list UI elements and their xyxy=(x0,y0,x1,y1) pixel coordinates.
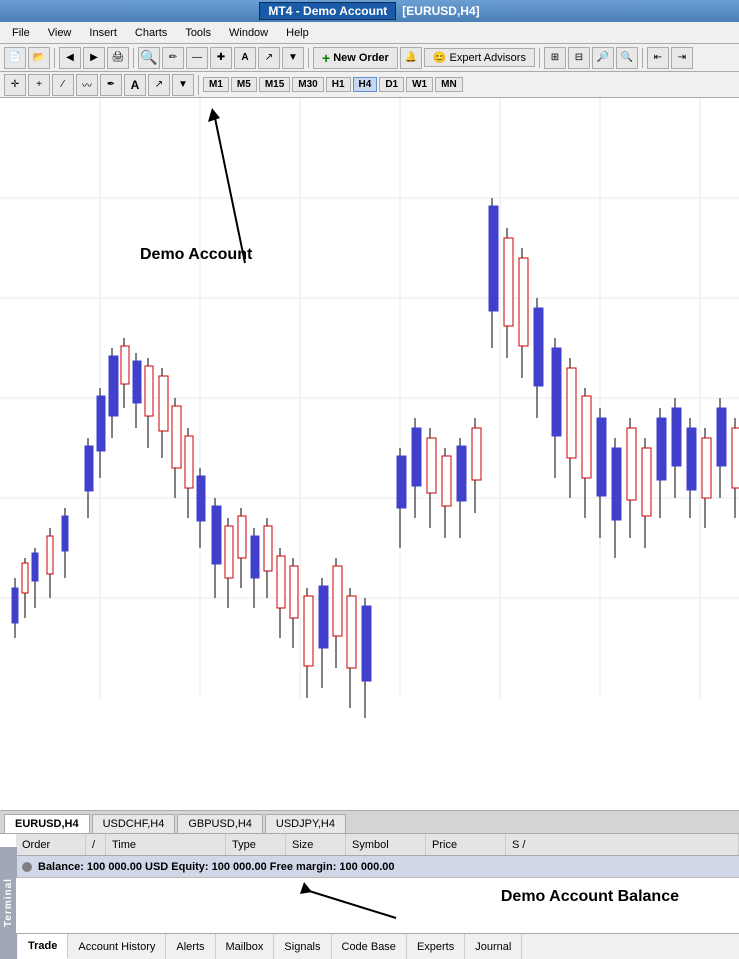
menu-help[interactable]: Help xyxy=(278,25,317,41)
th-time[interactable]: Time xyxy=(106,834,226,855)
title-bar: MT4 - Demo Account [EURUSD,H4] xyxy=(0,0,739,22)
tb-sep6 xyxy=(198,75,199,95)
tf-mn[interactable]: MN xyxy=(435,77,463,92)
chart-symbol-title: [EURUSD,H4] xyxy=(402,4,479,18)
tb-scroll-btn[interactable]: ⇤ xyxy=(647,47,669,69)
tb-alert-btn[interactable]: 🔔 xyxy=(400,47,422,69)
term-tab-codebase[interactable]: Code Base xyxy=(332,934,407,959)
th-type[interactable]: Type xyxy=(226,834,286,855)
tb-cursor-btn[interactable]: ✛ xyxy=(4,74,26,96)
term-tab-signals[interactable]: Signals xyxy=(274,934,331,959)
term-tab-journal[interactable]: Journal xyxy=(465,934,522,959)
term-tab-mailbox[interactable]: Mailbox xyxy=(216,934,275,959)
term-tab-trade[interactable]: Trade xyxy=(18,934,68,959)
tb-cross-btn[interactable]: ✚ xyxy=(210,47,232,69)
th-slash[interactable]: / xyxy=(86,834,106,855)
tf-m5[interactable]: M5 xyxy=(231,77,257,92)
tb-sep5 xyxy=(642,48,643,68)
menu-charts[interactable]: Charts xyxy=(127,25,175,41)
tb-magnify2-btn[interactable]: 🔍 xyxy=(616,47,638,69)
tb-zoom-in-btn[interactable]: 🔍 xyxy=(138,47,160,69)
th-sl[interactable]: S / xyxy=(506,834,739,855)
new-order-label: New Order xyxy=(333,52,389,64)
tb-line2-btn[interactable]: ⁄ xyxy=(52,74,74,96)
tb-sep2 xyxy=(133,48,134,68)
tb-pencil-btn[interactable]: ✏ xyxy=(162,47,184,69)
terminal-header: Order / Time Type Size Symbol Price S / xyxy=(16,834,739,856)
term-tab-alerts[interactable]: Alerts xyxy=(166,934,215,959)
tf-m1[interactable]: M1 xyxy=(203,77,229,92)
balance-text: Balance: 100 000.00 USD Equity: 100 000.… xyxy=(38,861,394,873)
chart-tab-gbpusd[interactable]: GBPUSD,H4 xyxy=(177,814,263,833)
annotation-area: Demo Account Balance xyxy=(16,878,739,933)
chart-tab-usdchf[interactable]: USDCHF,H4 xyxy=(92,814,176,833)
menu-tools[interactable]: Tools xyxy=(177,25,219,41)
menu-insert[interactable]: Insert xyxy=(81,25,125,41)
tf-m15[interactable]: M15 xyxy=(259,77,290,92)
chart-svg xyxy=(0,98,739,810)
tb-arrow2-btn[interactable]: ↗ xyxy=(148,74,170,96)
term-tab-account-history[interactable]: Account History xyxy=(68,934,166,959)
tb-magnify-btn[interactable]: 🔎 xyxy=(592,47,614,69)
terminal-section: Terminal Order / Time Type Size Symbol P… xyxy=(0,834,739,959)
tb-fwd-btn[interactable]: ▶ xyxy=(83,47,105,69)
tb-sep4 xyxy=(539,48,540,68)
tb-scroll2-btn[interactable]: ⇥ xyxy=(671,47,693,69)
th-order[interactable]: Order xyxy=(16,834,86,855)
menu-file[interactable]: File xyxy=(4,25,38,41)
tb-zoom2-btn[interactable]: ⊟ xyxy=(568,47,590,69)
tb-sep1 xyxy=(54,48,55,68)
tb-sep3 xyxy=(308,48,309,68)
tb-print-btn[interactable]: 🖨 xyxy=(107,47,129,69)
balance-row: Balance: 100 000.00 USD Equity: 100 000.… xyxy=(16,856,739,878)
chart-tabs: EURUSD,H4 USDCHF,H4 GBPUSD,H4 USDJPY,H4 xyxy=(0,810,739,834)
tb-wave-btn[interactable]: 〰 xyxy=(76,74,98,96)
tb-new-chart-btn[interactable]: 📄 xyxy=(4,47,26,69)
menu-window[interactable]: Window xyxy=(221,25,276,41)
tb-zoom-chart-btn[interactable]: ⊞ xyxy=(544,47,566,69)
toolbar1: 📄 📂 ◀ ▶ 🖨 🔍 ✏ — ✚ A ↗ ▼ + New Order 🔔 😊 … xyxy=(0,44,739,72)
tb-arrow-btn[interactable]: ↗ xyxy=(258,47,280,69)
new-order-btn[interactable]: + New Order xyxy=(313,47,398,69)
tb-text2-btn[interactable]: A xyxy=(124,74,146,96)
tf-h1[interactable]: H1 xyxy=(326,77,351,92)
tb-text-btn[interactable]: A xyxy=(234,47,256,69)
th-price[interactable]: Price xyxy=(426,834,506,855)
th-size[interactable]: Size xyxy=(286,834,346,855)
toolbar2: ✛ + ⁄ 〰 ✒ A ↗ ▼ M1 M5 M15 M30 H1 H4 D1 W… xyxy=(0,72,739,98)
terminal-tabs: Trade Account History Alerts Mailbox Sig… xyxy=(16,933,739,959)
tf-d1[interactable]: D1 xyxy=(379,77,404,92)
term-tab-experts[interactable]: Experts xyxy=(407,934,465,959)
menu-bar: File View Insert Charts Tools Window Hel… xyxy=(0,22,739,44)
main-container: MT4 - Demo Account [EURUSD,H4] File View… xyxy=(0,0,739,959)
tb-back-btn[interactable]: ◀ xyxy=(59,47,81,69)
chart-area[interactable]: Demo Account xyxy=(0,98,739,810)
expert-face-icon: 😊 xyxy=(433,51,447,64)
tf-w1[interactable]: W1 xyxy=(406,77,433,92)
window-title: MT4 - Demo Account xyxy=(259,2,396,20)
chart-tab-eurusd[interactable]: EURUSD,H4 xyxy=(4,814,90,833)
new-order-plus-icon: + xyxy=(322,50,330,66)
expert-advisors-label: Expert Advisors xyxy=(450,52,526,64)
tb-open-btn[interactable]: 📂 xyxy=(28,47,50,69)
tb-line-btn[interactable]: — xyxy=(186,47,208,69)
chart-tab-usdjpy[interactable]: USDJPY,H4 xyxy=(265,814,346,833)
balance-indicator-dot xyxy=(22,862,32,872)
terminal-side-label: Terminal xyxy=(0,847,17,959)
tf-h4[interactable]: H4 xyxy=(353,77,378,92)
tf-m30[interactable]: M30 xyxy=(292,77,323,92)
th-symbol[interactable]: Symbol xyxy=(346,834,426,855)
menu-view[interactable]: View xyxy=(40,25,80,41)
tb-pen-btn[interactable]: ✒ xyxy=(100,74,122,96)
expert-advisors-btn[interactable]: 😊 Expert Advisors xyxy=(424,48,535,67)
chart-wrapper: Demo Account EURUSD,H4 USDCHF,H4 GBPUSD,… xyxy=(0,98,739,959)
tb-drop-btn[interactable]: ▼ xyxy=(172,74,194,96)
demo-account-balance-annotation: Demo Account Balance xyxy=(501,888,679,906)
tb-down-btn[interactable]: ▼ xyxy=(282,47,304,69)
tb-cross2-btn[interactable]: + xyxy=(28,74,50,96)
demo-account-annotation: Demo Account xyxy=(140,246,252,264)
